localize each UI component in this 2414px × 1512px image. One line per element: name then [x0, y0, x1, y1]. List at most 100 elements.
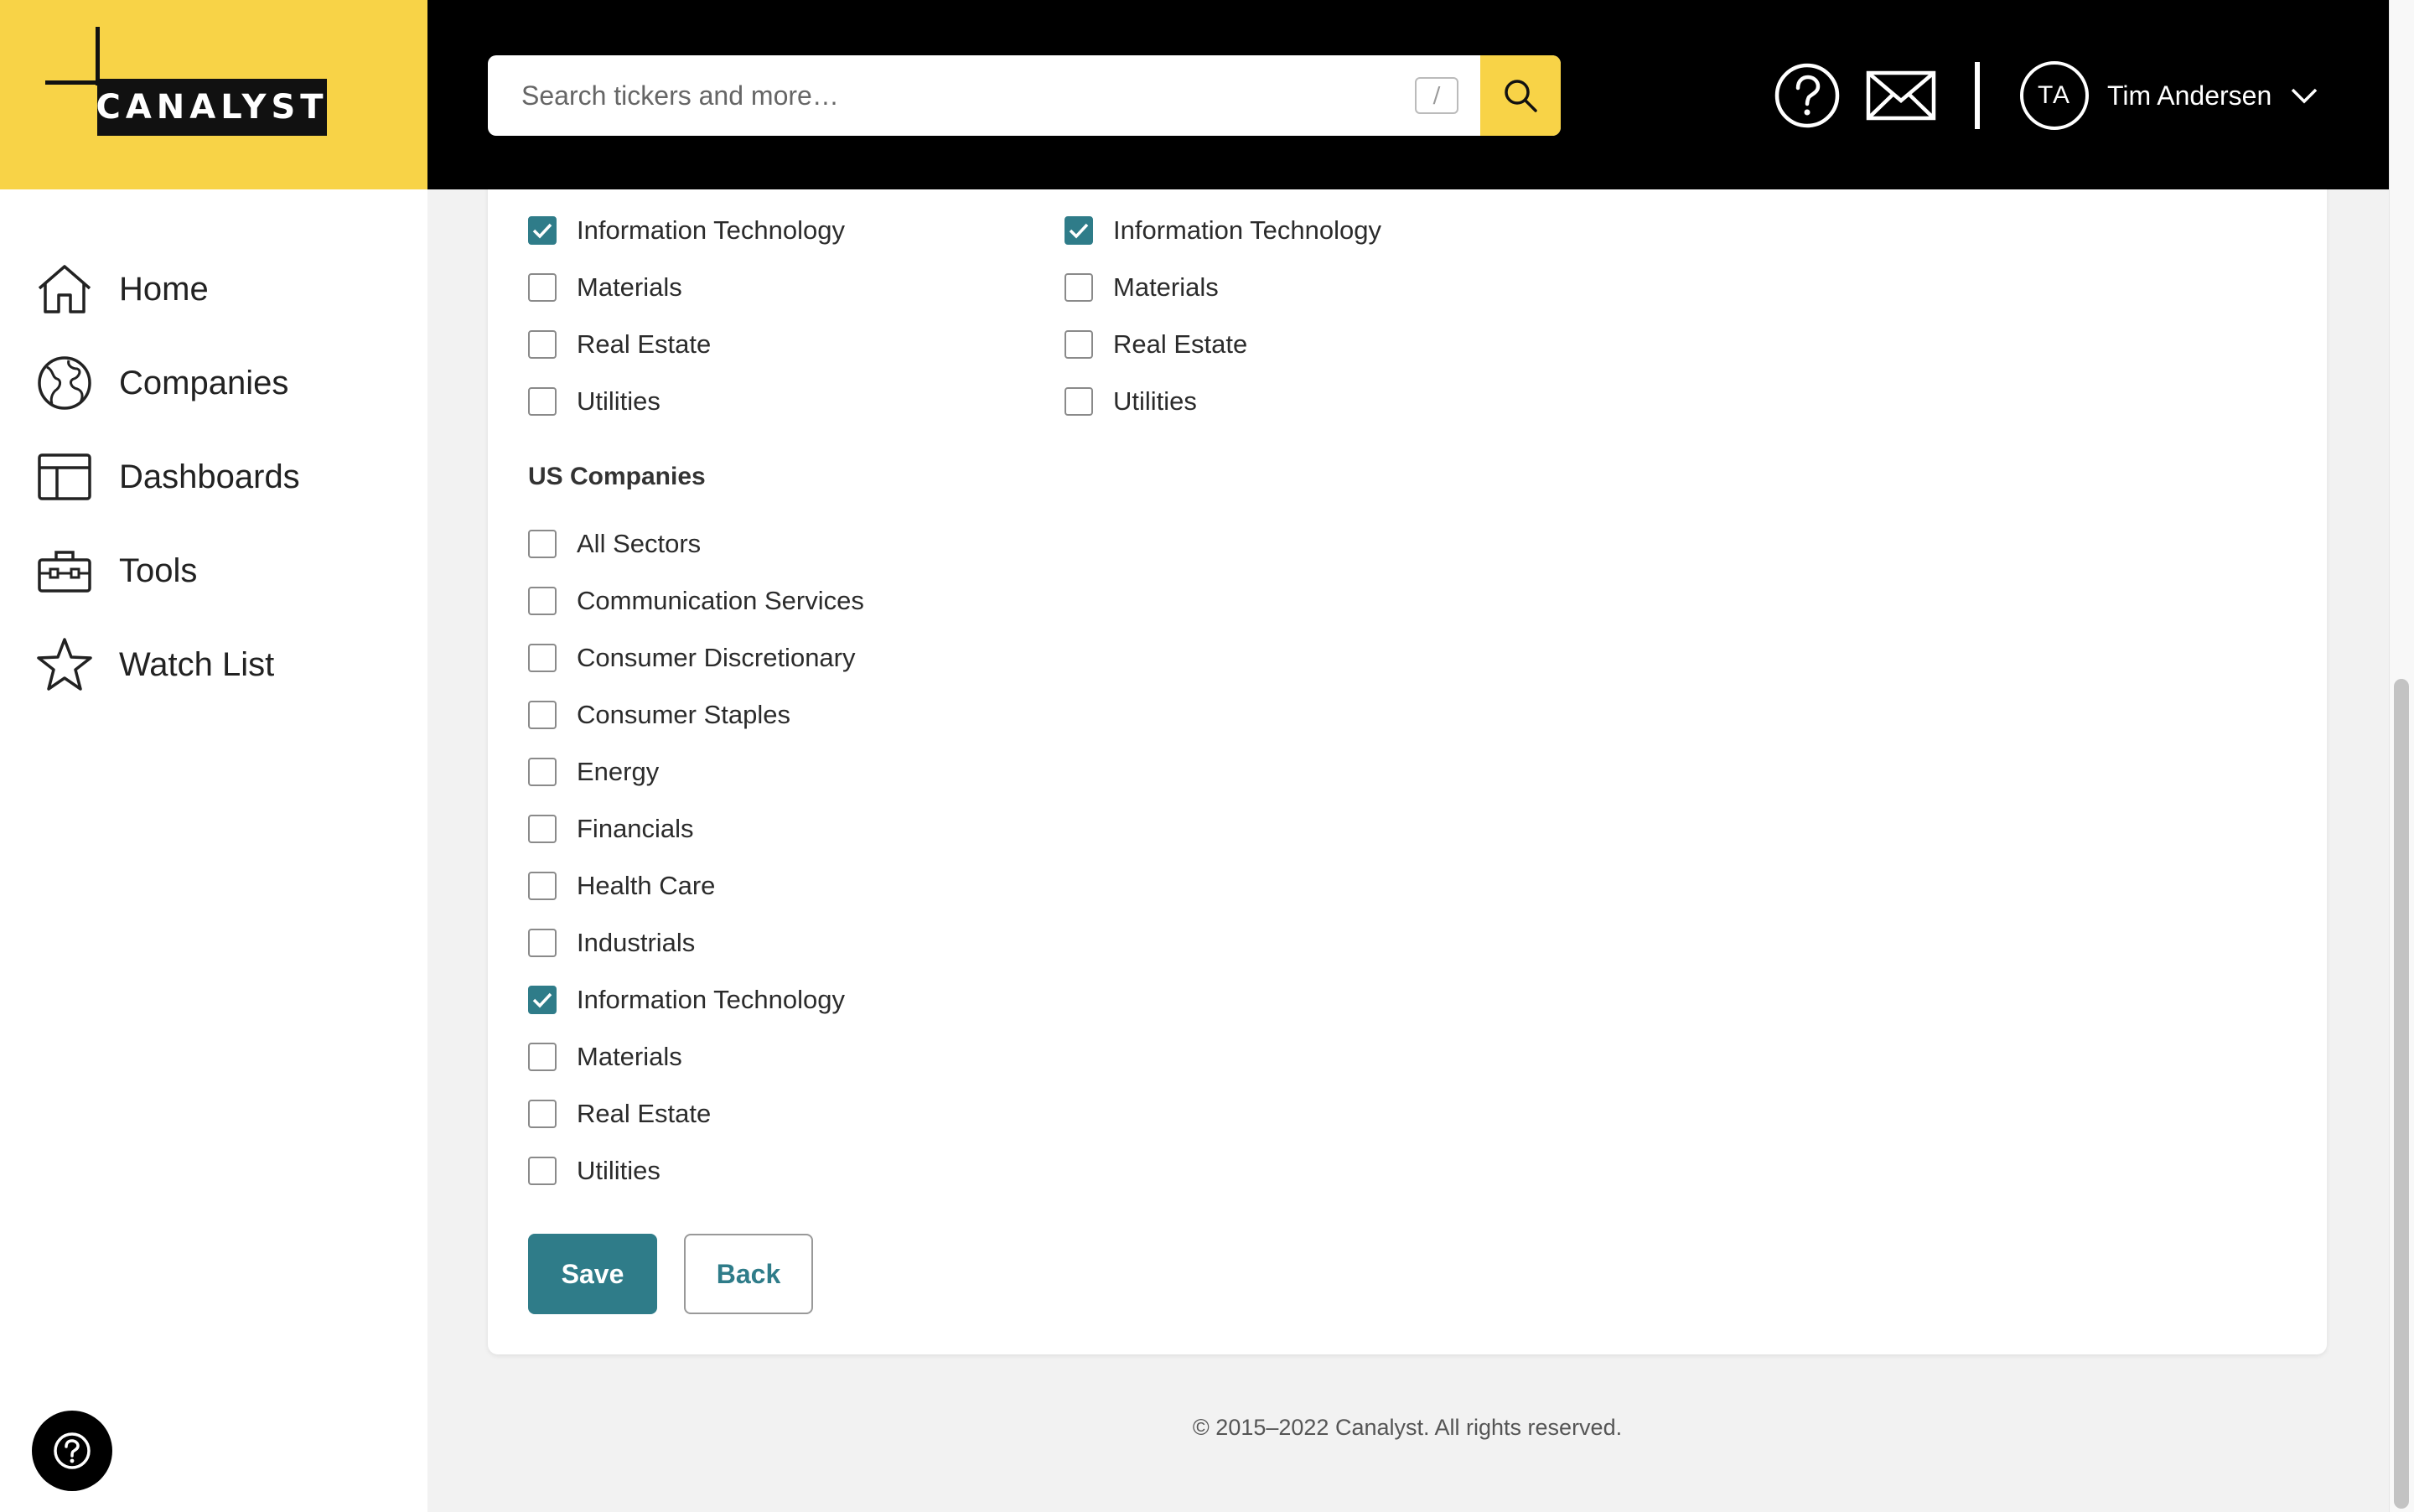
checkbox-label: Consumer Staples — [577, 700, 791, 729]
checkbox-row[interactable]: Real Estate — [1065, 324, 1247, 365]
checkbox-label: Materials — [1113, 272, 1219, 302]
checkbox[interactable] — [528, 330, 557, 359]
checkbox-row[interactable]: Information Technology — [528, 210, 845, 251]
checkbox[interactable] — [1065, 330, 1093, 359]
sidebar-item-watch-list[interactable]: Watch List — [35, 631, 274, 698]
checkbox[interactable] — [1065, 273, 1093, 302]
checkbox[interactable] — [528, 587, 557, 615]
checkbox[interactable] — [528, 216, 557, 245]
section-title-us-companies: US Companies — [528, 463, 706, 490]
checkbox[interactable] — [528, 986, 557, 1014]
sidebar-item-label: Tools — [119, 551, 198, 589]
sidebar-item-label: Home — [119, 270, 209, 308]
search-input[interactable] — [488, 55, 1482, 136]
checkbox-row[interactable]: Consumer Discretionary — [528, 637, 856, 679]
checkbox-row[interactable]: Utilities — [528, 381, 660, 422]
checkbox-label: Real Estate — [577, 329, 712, 359]
user-name[interactable]: Tim Andersen — [2107, 80, 2272, 111]
checkbox[interactable] — [528, 644, 557, 672]
help-chat-button[interactable] — [32, 1411, 112, 1491]
footer-copyright: © 2015–2022 Canalyst. All rights reserve… — [1192, 1415, 1623, 1440]
scrollbar-thumb[interactable] — [2394, 679, 2409, 1509]
checkbox[interactable] — [528, 387, 557, 416]
checkbox[interactable] — [528, 701, 557, 729]
checkbox-row[interactable]: Utilities — [528, 1150, 660, 1192]
checkbox-label: Real Estate — [577, 1099, 712, 1128]
checkbox-row[interactable]: Materials — [528, 267, 682, 308]
sidebar: Home Companies Dashboards Tools Watch Li… — [0, 189, 427, 1512]
checkbox-label: Real Estate — [1113, 329, 1248, 359]
checkbox-label: Information Technology — [1113, 215, 1381, 245]
checkbox-label: Utilities — [577, 1156, 660, 1185]
checkbox[interactable] — [528, 872, 557, 900]
checkbox-label: Health Care — [577, 871, 716, 900]
checkmark-icon — [1069, 223, 1089, 239]
sidebar-item-companies[interactable]: Companies — [35, 350, 288, 417]
checkbox-row[interactable]: Consumer Staples — [528, 694, 790, 736]
checkbox-row[interactable]: Utilities — [1065, 381, 1197, 422]
toolbox-icon — [35, 541, 94, 600]
checkbox[interactable] — [528, 530, 557, 558]
checkbox[interactable] — [528, 758, 557, 786]
checkbox-label: Information Technology — [577, 985, 845, 1014]
checkbox[interactable] — [528, 1043, 557, 1071]
sidebar-item-tools[interactable]: Tools — [35, 537, 197, 604]
checkbox-label: Industrials — [577, 928, 696, 957]
sidebar-item-home[interactable]: Home — [35, 256, 209, 323]
sector-settings-card: Information Technology Materials Real Es… — [488, 168, 2327, 1354]
logo-crosshair-vertical — [96, 27, 100, 85]
home-icon — [35, 260, 94, 318]
checkbox-label: All Sectors — [577, 529, 702, 558]
checkbox[interactable] — [528, 1100, 557, 1128]
sidebar-item-label: Dashboards — [119, 458, 300, 495]
top-bar-divider — [1975, 62, 1980, 129]
help-circle-icon — [54, 1432, 91, 1469]
checkbox-row[interactable]: Real Estate — [528, 324, 711, 365]
sidebar-item-label: Watch List — [119, 645, 275, 683]
checkbox-row[interactable]: Energy — [528, 751, 659, 793]
checkbox[interactable] — [528, 1157, 557, 1185]
checkbox[interactable] — [1065, 216, 1093, 245]
checkbox-row[interactable]: Real Estate — [528, 1093, 711, 1135]
checkbox-label: Financials — [577, 814, 694, 843]
checkbox-label: Materials — [577, 272, 682, 302]
save-button[interactable]: Save — [528, 1234, 657, 1314]
sidebar-item-dashboards[interactable]: Dashboards — [35, 443, 300, 510]
logo-panel[interactable]: CANALYST — [0, 0, 427, 189]
user-menu[interactable]: TA Tim Andersen — [2020, 60, 2318, 131]
checkbox-label: Utilities — [1113, 386, 1197, 416]
globe-icon — [35, 354, 94, 412]
checkbox-label: Utilities — [577, 386, 660, 416]
checkbox-row[interactable]: Financials — [528, 808, 694, 850]
checkbox-label: Consumer Discretionary — [577, 643, 856, 672]
checkbox[interactable] — [1065, 387, 1093, 416]
checkbox[interactable] — [528, 273, 557, 302]
checkbox-row[interactable]: Materials — [528, 1036, 682, 1078]
search-box: / — [488, 55, 1561, 136]
canalyst-logo[interactable]: CANALYST — [45, 27, 330, 136]
search-shortcut-hint: / — [1415, 77, 1458, 114]
checkbox-label: Materials — [577, 1042, 682, 1071]
top-bar: / TA Tim Andersen — [427, 0, 2389, 189]
sidebar-item-label: Companies — [119, 364, 289, 401]
checkbox-row[interactable]: Information Technology — [1065, 210, 1381, 251]
checkbox-row[interactable]: Materials — [1065, 267, 1219, 308]
checkbox-row[interactable]: Industrials — [528, 922, 695, 964]
checkbox-row[interactable]: Communication Services — [528, 580, 864, 622]
app-root: CANALYST / TA — [0, 0, 2414, 1512]
checkbox-label: Communication Services — [577, 586, 864, 615]
checkmark-icon — [532, 992, 552, 1008]
search-icon — [1505, 80, 1537, 112]
checkbox-label: Energy — [577, 757, 660, 786]
checkbox[interactable] — [528, 815, 557, 843]
back-button[interactable]: Back — [684, 1234, 813, 1314]
checkbox-row[interactable]: Information Technology — [528, 979, 845, 1021]
avatar[interactable]: TA — [2020, 61, 2089, 130]
mail-icon[interactable] — [1866, 70, 1936, 121]
checkbox-row[interactable]: All Sectors — [528, 523, 701, 565]
checkbox[interactable] — [528, 929, 557, 957]
search-button[interactable] — [1480, 55, 1561, 136]
help-circle-icon[interactable] — [1774, 62, 1841, 129]
checkbox-row[interactable]: Health Care — [528, 865, 715, 907]
chevron-down-icon[interactable] — [2290, 86, 2318, 105]
